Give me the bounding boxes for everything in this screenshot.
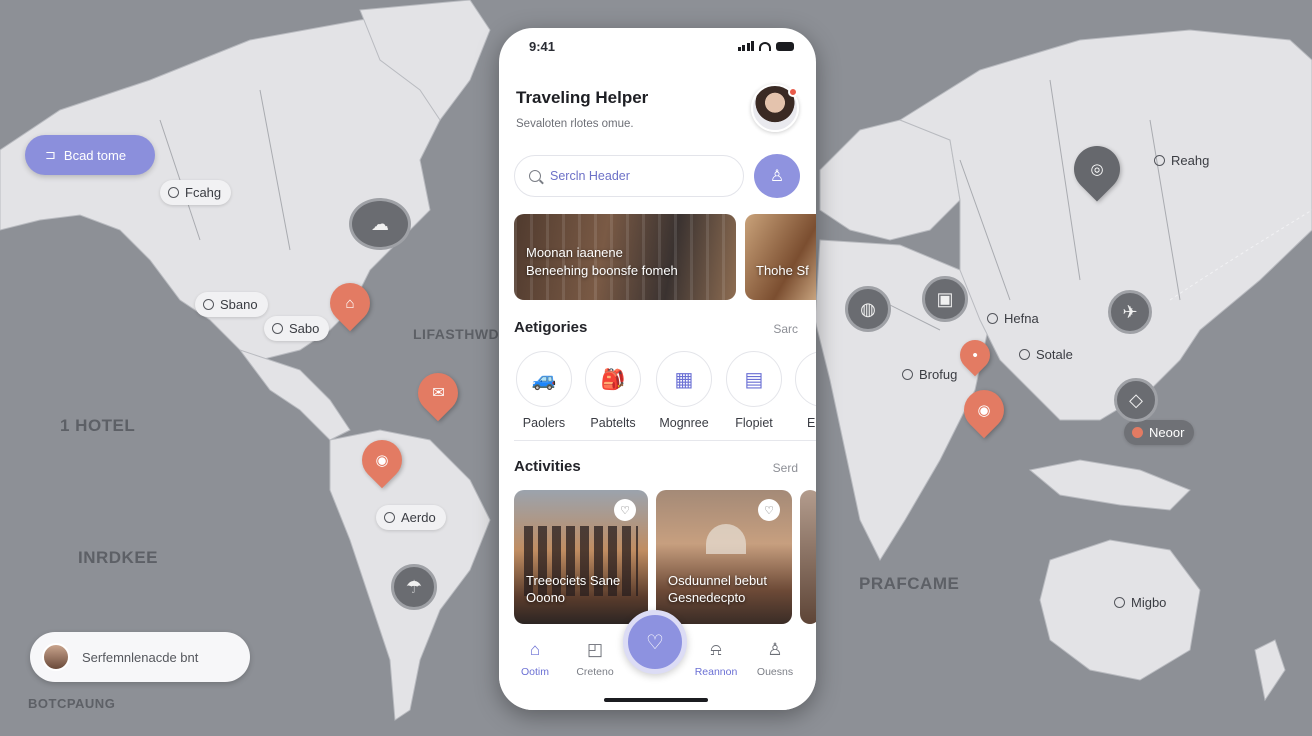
cruise-marker-icon[interactable]: ☁	[349, 198, 411, 250]
search-input[interactable]: Sercln Header	[514, 155, 744, 197]
category-item[interactable]: ▤ Flopiet	[725, 351, 783, 430]
calendar-icon: ▤	[726, 351, 782, 407]
signal-icon	[737, 41, 754, 51]
more-icon	[795, 351, 816, 407]
category-item[interactable]: 🎒 Pabtelts	[584, 351, 642, 430]
categories-title: Aetigories	[514, 319, 588, 336]
tab-profile[interactable]: ♙ Ouesns	[745, 640, 805, 678]
user-search-pill[interactable]: Serfemnlenacde bnt	[30, 632, 250, 682]
activities-see-all-link[interactable]: Serd	[773, 461, 798, 475]
map-location-label[interactable]: Reahg	[1146, 148, 1219, 173]
book-tour-button[interactable]: ⊐ Bcad tome	[25, 135, 155, 175]
phone-screen: 9:41 Traveling Helper Sevaloten rlotes o…	[499, 28, 816, 710]
map-location-label[interactable]: Sabo	[264, 316, 330, 341]
plane-marker-icon[interactable]: ✈	[1108, 290, 1152, 334]
location-ring-icon	[987, 313, 998, 324]
notification-badge	[788, 87, 798, 97]
region-label: 1 HOTEL	[60, 416, 136, 435]
search-icon	[529, 170, 541, 182]
tab-calendar[interactable]: ◰ Creteno	[565, 640, 625, 678]
category-item[interactable]: ▦ Mognree	[655, 351, 713, 430]
map-location-label[interactable]: Sotale	[1011, 342, 1083, 367]
region-label: INRDKEE	[78, 548, 159, 567]
location-ring-icon	[1154, 155, 1165, 166]
featured-card-text: Thohe Sf	[756, 263, 809, 278]
status-icons	[737, 41, 794, 51]
activity-card[interactable]: ♡ Treeociets Sane Ooono	[514, 490, 648, 624]
profile-button[interactable]: ♙	[754, 154, 800, 198]
favorite-icon[interactable]: ♡	[614, 499, 636, 521]
featured-card[interactable]: Thohe Sf	[745, 214, 816, 300]
home-indicator	[604, 698, 708, 702]
location-marker-icon[interactable]: ◍	[845, 286, 891, 332]
activity-card[interactable]: ♡ Osduunnel bebut Gesnedecpto	[656, 490, 792, 624]
location-ring-icon	[272, 323, 283, 334]
search-placeholder: Sercln Header	[550, 169, 630, 183]
bookmark-icon: ⊐	[45, 147, 56, 162]
tab-notifications[interactable]: ⍾ Reannon	[686, 640, 746, 678]
featured-card-text: Moonan iaanene Beneehing boonsfe fomeh	[526, 245, 678, 278]
backpack-icon: 🎒	[585, 351, 641, 407]
activity-card-text: Treeociets Sane Ooono	[526, 573, 621, 605]
page-title: Traveling Helper	[516, 88, 649, 107]
battery-icon	[776, 41, 794, 51]
tab-home[interactable]: ⌂ Ootim	[505, 640, 565, 678]
tree-marker-icon[interactable]: ☂	[391, 564, 437, 610]
location-ring-icon	[384, 512, 395, 523]
explore-fab-button[interactable]: ♡	[623, 610, 687, 674]
region-label: LIFASTHWD	[413, 326, 500, 342]
location-ring-icon	[168, 187, 179, 198]
location-ring-icon	[203, 299, 214, 310]
page-subtitle: Sevaloten rlotes omue.	[516, 118, 634, 130]
map-location-label[interactable]: Hefna	[979, 306, 1049, 331]
category-item[interactable]: 🚙 Paolers	[515, 351, 573, 430]
building-icon: ▦	[656, 351, 712, 407]
status-bar: 9:41	[529, 38, 794, 54]
activity-card-text: Osduunnel bebut Gesnedecpto	[668, 573, 768, 605]
map-location-label[interactable]: Migbo	[1106, 590, 1176, 615]
map-location-label[interactable]: Fcahg	[160, 180, 232, 205]
car-icon: 🚙	[516, 351, 572, 407]
divider	[514, 440, 816, 441]
map-location-label[interactable]: Sbano	[195, 292, 268, 317]
tab-bar: ⌂ Ootim ◰ Creteno ♡ ⍾ Reannon ♙ Ouesns	[499, 610, 816, 710]
bell-icon: ⍾	[710, 640, 722, 659]
heart-icon: ♡	[646, 631, 664, 654]
categories-see-all-link[interactable]: Sarc	[773, 322, 798, 336]
location-ring-icon	[1132, 427, 1143, 438]
activities-title: Activities	[514, 458, 581, 475]
camera-marker-icon[interactable]: ▣	[922, 276, 968, 322]
category-item[interactable]: E	[795, 351, 816, 430]
region-label: PRAFCAME	[859, 574, 960, 593]
featured-card[interactable]: Moonan iaanene Beneehing boonsfe fomeh	[514, 214, 736, 300]
map-location-label[interactable]: Neoor	[1124, 420, 1195, 445]
gallery-marker-icon[interactable]: ◇	[1114, 378, 1158, 422]
map-location-label[interactable]: Brofug	[894, 362, 967, 387]
home-icon: ⌂	[529, 640, 541, 659]
location-ring-icon	[1114, 597, 1125, 608]
location-ring-icon	[902, 369, 913, 380]
user-icon: ♙	[769, 168, 785, 185]
avatar	[42, 643, 70, 671]
activity-card[interactable]	[800, 490, 816, 624]
region-label: BOTCPAUNG	[28, 696, 116, 711]
calendar-icon: ◰	[586, 640, 604, 659]
map-location-label[interactable]: Aerdo	[376, 505, 446, 530]
status-time: 9:41	[529, 38, 556, 54]
favorite-icon[interactable]: ♡	[758, 499, 780, 521]
location-ring-icon	[1019, 349, 1030, 360]
wifi-icon	[759, 41, 771, 51]
user-icon: ♙	[767, 640, 783, 659]
